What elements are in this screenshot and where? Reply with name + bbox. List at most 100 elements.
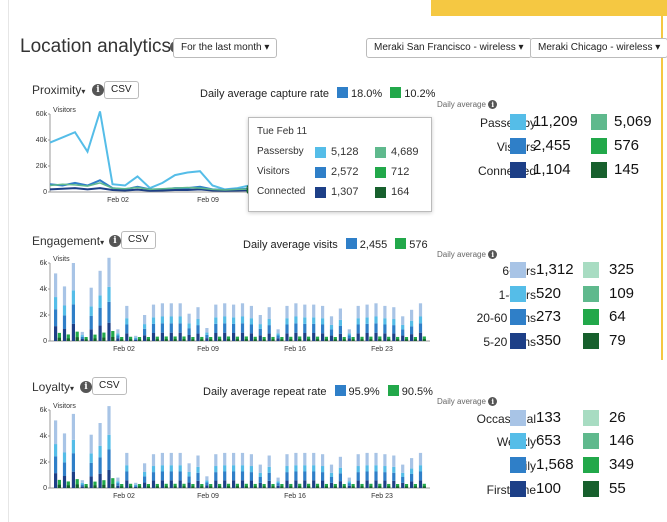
bar-segment [71,323,75,341]
bar-segment-b [262,339,266,341]
bar-segment [214,304,218,318]
bar-segment-b [173,486,177,488]
bar-segment [303,452,307,466]
bar-segment-b [191,339,195,341]
loyalty-title[interactable]: Loyalty▾ [32,380,74,394]
loyalty-csv-button[interactable]: CSV [92,377,127,395]
bar-segment [232,452,236,466]
bar-segment [321,472,325,481]
bar-segment [143,471,147,477]
bar-segment-b [315,339,320,341]
bar-segment [267,325,271,334]
legend-swatch-a [337,87,349,98]
bar-segment [267,319,271,326]
bar-segment [392,307,396,320]
bar-segment [249,324,253,334]
bar-segment-b [244,486,248,488]
bar-segment [258,335,262,341]
bar-segment [178,465,182,472]
bar-segment [134,482,138,485]
bar-segment [267,333,271,341]
bar-segment [89,434,93,454]
bar-segment [401,477,405,483]
engagement-title[interactable]: Engagement▾ [32,234,104,248]
bar-segment [80,484,84,487]
bar-segment [196,472,200,481]
bar-segment [223,303,227,317]
bar-segment [223,452,227,466]
bar-segment [125,452,129,466]
bar-segment-b [271,486,275,488]
bar-segment [356,305,360,319]
stat-row-1to6: 1-6 hrs 520 109 [498,285,635,302]
bar-segment [258,472,262,478]
proximity-avg-label: Daily average capture rate 18.0% 10.2% [200,87,436,100]
loyalty-chart[interactable]: 0 2k 4k 6k Visitors Feb 02 Feb 09 Feb 16 Feb 23 [30,400,430,500]
info-icon[interactable]: i [488,397,498,407]
y-axis-label: Visitors [53,107,76,114]
proximity-csv-button[interactable]: CSV [104,81,139,99]
bar-segment [80,482,84,485]
info-icon[interactable]: i [109,235,121,247]
bar-segment [418,480,423,488]
bar-segment [392,319,396,326]
bar-segment [365,465,369,472]
bar-segment [62,286,67,306]
bar-segment [116,333,120,336]
bar-segment [249,466,253,473]
bar-segment [205,338,209,341]
bar-segment-b [404,339,409,341]
y-tick-label: 0 [43,485,47,492]
bar-segment [160,303,164,317]
bar-segment [312,317,316,324]
info-icon[interactable]: i [92,84,104,96]
bar-segment [258,328,262,336]
bar-segment [392,466,396,473]
info-icon[interactable]: i [488,250,498,260]
proximity-title[interactable]: Proximity▾ [32,83,85,97]
engagement-csv-button[interactable]: CSV [121,231,156,249]
bar-segment [232,465,236,472]
bar-segment [383,324,387,334]
bar-segment [71,439,75,454]
engagement-avg-label: Daily average visits 2,455 576 [243,238,428,251]
proximity-tooltip: Tue Feb 11 Passersby 5,128 4,689 Visitor… [248,117,432,212]
bar-segment [151,304,156,318]
bar-segment-b [280,339,284,341]
bar-segment-b [333,339,337,341]
bar-segment [276,485,280,488]
bar-segment [134,335,138,338]
bar-segment [338,481,342,488]
bar-segment [276,333,280,336]
bar-segment [71,304,75,324]
bar-segment [338,319,342,326]
bar-segment [178,316,182,324]
bar-segment [312,465,316,472]
bar-segment [303,332,307,341]
bar-segment [374,323,378,333]
bar-segment [321,318,325,325]
bar-segment [232,323,236,333]
info-icon[interactable]: i [488,100,498,110]
bar-segment [107,301,111,323]
info-icon[interactable]: i [80,381,92,393]
bar-segment [356,333,360,341]
bar-segment [178,471,182,481]
bar-segment [80,336,84,339]
bar-segment-b [146,486,150,488]
bar-segment-b [351,486,355,488]
bar-segment [125,465,129,472]
loyalty-daily-avg-title: Daily average i [437,397,498,407]
network-b-dropdown[interactable]: Meraki Chicago - wireless ▾ [530,38,667,58]
bar-segment [160,471,164,481]
engagement-chart[interactable]: 0 2k 4k 6k Visits Feb 02 Feb 09 Feb 16 Feb 23 [30,253,430,353]
bar-segment [365,323,369,333]
y-axis-label: Visitors [53,403,76,410]
tooltip-row-passersby: Passersby 5,128 4,689 [257,146,419,158]
loyalty-avg-label: Daily average repeat rate 95.9% 90.5% [203,385,433,398]
stat-row-daily: Daily 1,568 349 [437,456,662,476]
bar-segment [205,480,209,483]
time-filter-dropdown[interactable]: For the last month ▾ [173,38,278,58]
bar-segment [276,335,280,339]
network-a-dropdown[interactable]: Meraki San Francisco - wireless ▾ [366,38,532,58]
